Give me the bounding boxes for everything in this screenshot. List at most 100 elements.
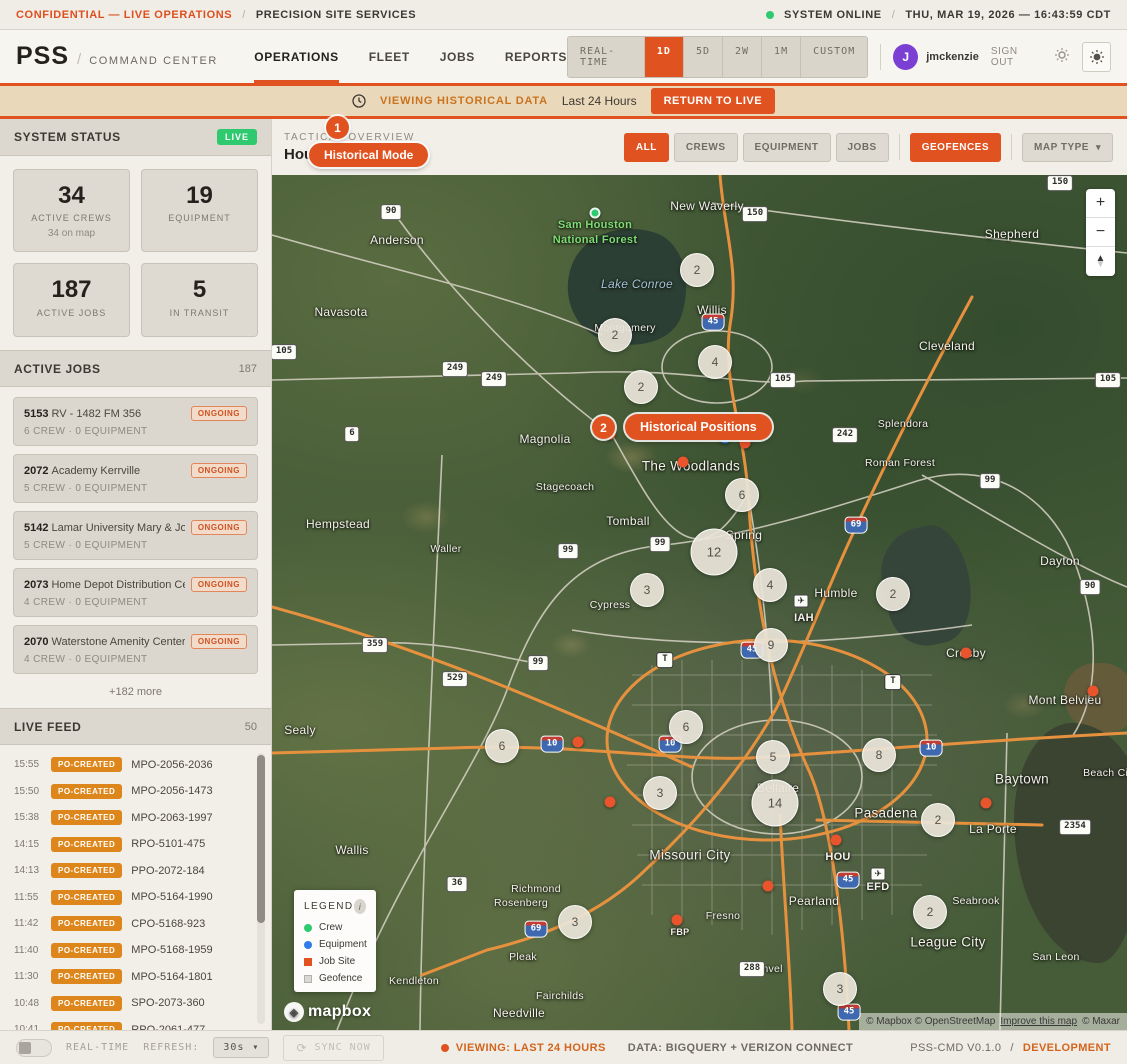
cluster-marker-14[interactable]: 14: [751, 779, 799, 827]
tab-reports[interactable]: REPORTS: [505, 30, 567, 83]
filter-crews[interactable]: CREWS: [673, 132, 738, 162]
filter-divider: [898, 134, 900, 160]
zoom-in-button[interactable]: +: [1086, 189, 1115, 218]
time-range-custom[interactable]: CUSTOM: [801, 36, 868, 77]
feed-item[interactable]: 15:38 PO-CREATED MPO-2063-1997: [14, 804, 249, 831]
cluster-marker-2[interactable]: 2: [921, 803, 955, 837]
map-type-button[interactable]: MAP TYPE ▾: [1022, 132, 1113, 162]
active-jobs-count: 187: [238, 362, 257, 375]
job-status-badge: ONGOING: [190, 634, 247, 650]
job-marker[interactable]: [960, 647, 972, 659]
cluster-marker-5[interactable]: 5: [756, 740, 790, 774]
feed-item[interactable]: 11:55 PO-CREATED MPO-5164-1990: [14, 884, 249, 911]
job-row-top: 2070 Waterstone Amenity Center ONGOING: [24, 634, 247, 650]
job-marker[interactable]: [762, 880, 774, 892]
legend-label: Job Site: [319, 956, 356, 967]
job-marker[interactable]: [604, 796, 616, 808]
cluster-marker-4[interactable]: 4: [698, 345, 732, 379]
feed-time: 11:30: [14, 971, 39, 983]
cluster-marker-6[interactable]: 6: [485, 729, 519, 763]
cluster-marker-8[interactable]: 8: [862, 738, 896, 772]
tab-jobs[interactable]: JOBS: [440, 30, 475, 83]
job-id: 5153: [24, 407, 49, 420]
cluster-marker-3[interactable]: 3: [558, 905, 592, 939]
job-card[interactable]: 2073Home Depot Distribution Center Repai…: [13, 568, 258, 618]
time-range-1m[interactable]: 1M: [762, 36, 802, 77]
feed-item[interactable]: 10:48 PO-CREATED SPO-2073-360: [14, 990, 249, 1017]
time-range-2w[interactable]: 2W: [723, 36, 763, 77]
viewing-status: VIEWING: LAST 24 HOURS: [440, 1041, 606, 1054]
cluster-marker-12[interactable]: 12: [690, 528, 738, 576]
cluster-marker-2[interactable]: 2: [876, 577, 910, 611]
realtime-toggle[interactable]: [16, 1038, 52, 1057]
refresh-interval-select[interactable]: 30s ▾: [213, 1037, 270, 1058]
feed-item[interactable]: 14:13 PO-CREATED PPO-2072-184: [14, 857, 249, 884]
confidential-label: CONFIDENTIAL — LIVE OPERATIONS: [16, 8, 233, 21]
job-marker[interactable]: [671, 914, 683, 926]
compass-button[interactable]: ▲ ▼: [1086, 247, 1115, 276]
cluster-marker-2[interactable]: 2: [624, 370, 658, 404]
zoom-out-button[interactable]: −: [1086, 218, 1115, 247]
cluster-marker-6[interactable]: 6: [725, 478, 759, 512]
tab-fleet[interactable]: FLEET: [369, 30, 410, 83]
brightness-icon[interactable]: [1054, 47, 1070, 66]
feed-item[interactable]: 15:50 PO-CREATED MPO-2056-1473: [14, 778, 249, 805]
cluster-marker-3[interactable]: 3: [643, 776, 677, 810]
cluster-marker-2[interactable]: 2: [598, 318, 632, 352]
annotation-historical-positions: Historical Positions: [625, 414, 772, 440]
sync-now-button[interactable]: ⟳ SYNC NOW: [283, 1034, 384, 1061]
filter-jobs[interactable]: JOBS: [835, 132, 889, 162]
feed-scrollbar-thumb[interactable]: [257, 755, 265, 924]
filter-equipment[interactable]: EQUIPMENT: [742, 132, 831, 162]
job-marker[interactable]: [572, 736, 584, 748]
feed-item[interactable]: 11:30 PO-CREATED MPO-5164-1801: [14, 963, 249, 990]
crew-marker[interactable]: [589, 207, 601, 219]
map-canvas[interactable]: 2 Historical Positions LEGEND i Crew Equi…: [272, 175, 1127, 1030]
legend-info-icon[interactable]: i: [353, 899, 366, 914]
cluster-marker-2[interactable]: 2: [680, 253, 714, 287]
historical-banner-label: VIEWING HISTORICAL DATA: [379, 95, 548, 107]
feed-ref: MPO-5164-1801: [131, 970, 213, 983]
job-meta: 4 CREW · 0 EQUIPMENT: [24, 654, 148, 666]
legend-label: Crew: [319, 922, 343, 933]
feed-item[interactable]: 10:41 PO-CREATED RPO-2061-477: [14, 1016, 249, 1030]
time-range-5d[interactable]: 5D: [683, 36, 723, 77]
feed-item[interactable]: 15:55 PO-CREATED MPO-2056-2036: [14, 751, 249, 778]
feed-item[interactable]: 11:40 PO-CREATED MPO-5168-1959: [14, 937, 249, 964]
avatar[interactable]: J: [893, 43, 919, 70]
viewing-label: VIEWING: LAST 24 HOURS: [455, 1041, 606, 1054]
job-marker[interactable]: [980, 797, 992, 809]
feed-ref: SPO-2073-360: [131, 997, 205, 1010]
map-controls: + − ▲ ▼: [1086, 189, 1115, 276]
cluster-marker-2[interactable]: 2: [913, 895, 947, 929]
job-marker[interactable]: [1087, 685, 1099, 697]
geofences-button[interactable]: GEOFENCES: [909, 132, 1002, 162]
jobs-more-link[interactable]: +182 more: [0, 682, 271, 708]
return-to-live-button[interactable]: RETURN TO LIVE: [650, 88, 776, 114]
filter-all[interactable]: ALL: [623, 132, 669, 162]
theme-toggle-button[interactable]: [1082, 41, 1112, 72]
time-range-1d[interactable]: 1D: [644, 36, 684, 77]
feed-scrollbar-track[interactable]: [257, 753, 265, 1024]
cluster-marker-3[interactable]: 3: [630, 573, 664, 607]
time-range-real-time[interactable]: REAL-TIME: [568, 36, 645, 77]
job-card[interactable]: 2072 Academy Kerrville ONGOING 5 CREW · 0 E…: [13, 454, 258, 504]
feed-item[interactable]: 11:42 PO-CREATED CPO-5168-923: [14, 910, 249, 937]
job-card[interactable]: 2070 Waterstone Amenity Center ONGOING 4 CR…: [13, 625, 258, 675]
cluster-marker-9[interactable]: 9: [754, 628, 788, 662]
job-marker[interactable]: [830, 834, 842, 846]
job-card[interactable]: 5142Lamar University Mary & John Gray Li…: [13, 511, 258, 561]
cluster-marker-4[interactable]: 4: [753, 568, 787, 602]
job-status-badge: ONGOING: [190, 520, 247, 536]
feed-event-badge: PO-CREATED: [51, 1022, 123, 1030]
job-card[interactable]: 5153 RV - 1482 FM 356 ONGOING 6 CREW · 0 EQ…: [13, 397, 258, 447]
tab-operations[interactable]: OPERATIONS: [254, 30, 339, 83]
feed-time: 14:15: [14, 838, 40, 850]
job-marker[interactable]: [677, 456, 689, 468]
improve-map-link[interactable]: Improve this map: [1000, 1016, 1077, 1027]
cluster-marker-6[interactable]: 6: [669, 710, 703, 744]
cluster-marker-3[interactable]: 3: [823, 972, 857, 1006]
feed-item[interactable]: 14:15 PO-CREATED RPO-5101-475: [14, 831, 249, 858]
mapbox-logo[interactable]: ◈ mapbox: [284, 1002, 371, 1022]
sign-out-button[interactable]: SIGN OUT: [991, 46, 1042, 68]
